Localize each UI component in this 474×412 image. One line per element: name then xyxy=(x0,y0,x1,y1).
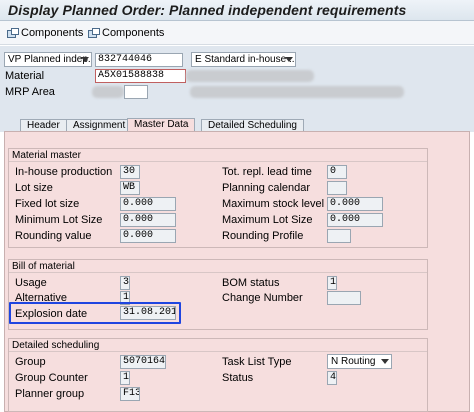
application-toolbar: Components Components xyxy=(0,21,474,45)
task-list-type-label: Task List Type xyxy=(222,356,292,368)
redacted-mrp-area xyxy=(92,86,124,98)
mrp-area-label: MRP Area xyxy=(5,86,55,98)
material-field[interactable]: A5X01588838 xyxy=(95,69,186,83)
bom-status-field[interactable]: 1 xyxy=(327,276,337,290)
maximum-lot-size-field[interactable]: 0.000 xyxy=(327,213,383,227)
material-master-title: Material master xyxy=(9,149,427,162)
task-list-type-value: N Routing xyxy=(331,356,376,367)
components-label-2: Components xyxy=(102,27,165,39)
rounding-value-field[interactable]: 0.000 xyxy=(120,229,176,243)
fixed-lot-size-field[interactable]: 0.000 xyxy=(120,197,176,211)
planner-group-label: Planner group xyxy=(15,388,85,400)
group-counter-field[interactable]: 1 xyxy=(120,371,130,385)
planner-group-field[interactable]: F13 xyxy=(120,387,140,401)
minimum-lot-size-label: Minimum Lot Size xyxy=(15,214,103,226)
redacted-material-description xyxy=(186,70,314,82)
chevron-down-icon xyxy=(285,57,293,62)
components-icon xyxy=(7,28,19,38)
detailed-scheduling-title: Detailed scheduling xyxy=(9,339,427,352)
inhouse-production-field[interactable]: 30 xyxy=(120,165,140,179)
planning-calendar-field[interactable] xyxy=(327,181,347,195)
task-list-type-dropdown[interactable]: N Routing xyxy=(327,354,392,369)
rounding-profile-field[interactable] xyxy=(327,229,351,243)
total-replenishment-lead-time-label: Tot. repl. lead time xyxy=(222,166,312,178)
group-field[interactable]: 50701640 xyxy=(120,355,166,369)
bill-of-material-title: Bill of material xyxy=(9,260,427,273)
order-type-value: VP Planned indep... xyxy=(8,54,92,65)
rounding-profile-label: Rounding Profile xyxy=(222,230,304,242)
components-label-1: Components xyxy=(21,27,84,39)
usage-field[interactable]: 3 xyxy=(120,276,130,290)
change-number-field[interactable] xyxy=(327,291,361,305)
group-counter-label: Group Counter xyxy=(15,372,88,384)
explosion-date-highlight xyxy=(9,302,181,324)
inhouse-production-label: In-house production xyxy=(15,166,113,178)
lot-size-field[interactable]: WB xyxy=(120,181,140,195)
components-button-1[interactable]: Components xyxy=(7,26,83,40)
change-number-label: Change Number xyxy=(222,292,303,304)
window-title: Display Planned Order: Planned independe… xyxy=(8,2,407,18)
minimum-lot-size-field[interactable]: 0.000 xyxy=(120,213,176,227)
components-button-2[interactable]: Components xyxy=(88,26,164,40)
tab-strip: Header Assignment Master Data Detailed S… xyxy=(0,106,474,133)
header-area: VP Planned indep... 832744046 E Standard… xyxy=(0,46,474,106)
components-icon xyxy=(88,28,100,38)
title-bar: Display Planned Order: Planned independe… xyxy=(0,0,474,21)
chevron-down-icon xyxy=(81,57,89,62)
total-replenishment-lead-time-field[interactable]: 0 xyxy=(327,165,347,179)
maximum-lot-size-label: Maximum Lot Size xyxy=(222,214,313,226)
maximum-stock-level-label: Maximum stock level xyxy=(222,198,325,210)
order-number-field[interactable]: 832744046 xyxy=(95,53,183,67)
bom-status-label: BOM status xyxy=(222,277,280,289)
status-field[interactable]: 4 xyxy=(327,371,337,385)
material-label: Material xyxy=(5,70,45,82)
procurement-dropdown[interactable]: E Standard in-house ... xyxy=(191,52,296,67)
procurement-value: E Standard in-house ... xyxy=(195,54,296,65)
rounding-value-label: Rounding value xyxy=(15,230,92,242)
fixed-lot-size-label: Fixed lot size xyxy=(15,198,80,210)
chevron-down-icon xyxy=(381,359,389,364)
maximum-stock-level-field[interactable]: 0.000 xyxy=(327,197,383,211)
planning-calendar-label: Planning calendar xyxy=(222,182,311,194)
group-label: Group xyxy=(15,356,46,368)
lot-size-label: Lot size xyxy=(15,182,53,194)
mrp-area-field[interactable] xyxy=(124,85,148,99)
redacted-mrp-area-description xyxy=(190,86,404,98)
usage-label: Usage xyxy=(15,277,47,289)
order-type-dropdown[interactable]: VP Planned indep... xyxy=(4,52,92,67)
status-label: Status xyxy=(222,372,254,384)
